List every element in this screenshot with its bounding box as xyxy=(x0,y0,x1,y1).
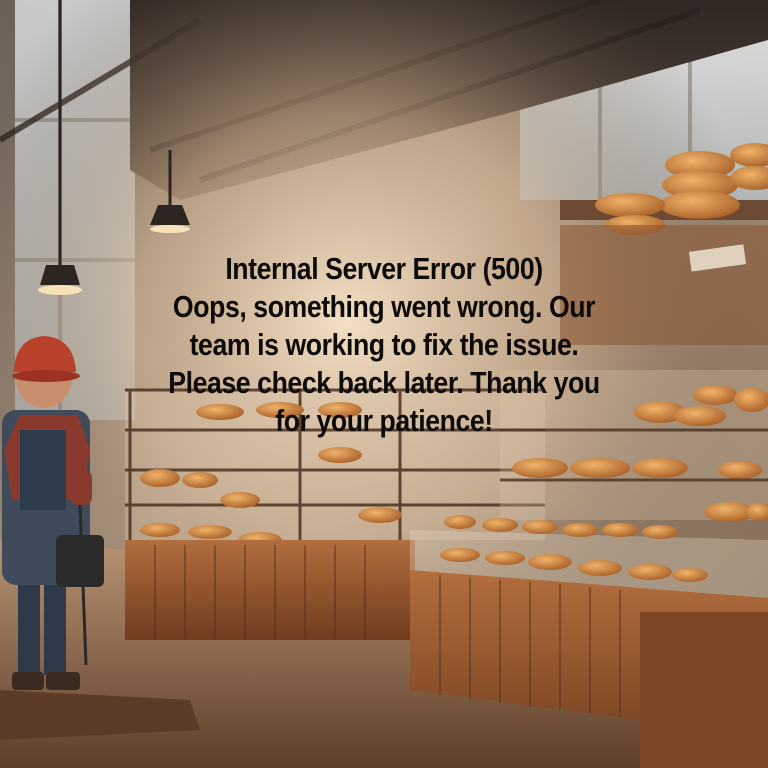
error-title: Internal Server Error (500) xyxy=(225,251,543,286)
error-message-line: for your patience! xyxy=(275,403,493,438)
error-message-line: Please check back later. Thank you xyxy=(168,365,600,400)
error-message-line: Oops, something went wrong. Our xyxy=(172,289,596,324)
error-message-line: team is working to fix the issue. xyxy=(189,327,579,362)
error-message: Internal Server Error (500) Oops, someth… xyxy=(54,250,714,440)
